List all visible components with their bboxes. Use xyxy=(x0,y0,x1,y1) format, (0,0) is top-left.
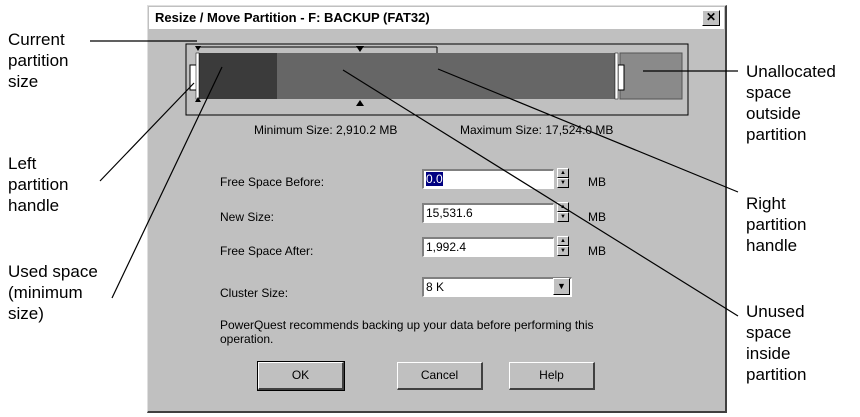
free-space-before-label: Free Space Before: xyxy=(220,175,325,189)
chevron-down-icon[interactable]: ▼ xyxy=(553,278,570,295)
callout-right-partition-handle: Right partition handle xyxy=(746,194,807,255)
free-space-after-unit: MB xyxy=(588,244,606,258)
free-space-before-input[interactable]: 0.0 xyxy=(422,169,554,189)
new-size-input[interactable]: 15,531.6 xyxy=(422,203,554,223)
spin-down-icon[interactable]: ▼ xyxy=(557,212,569,222)
right-handle-edge xyxy=(614,52,619,100)
spin-up-icon[interactable]: ▲ xyxy=(557,236,569,246)
callout-current-partition-size: Current partition size xyxy=(8,30,69,91)
free-space-after-input[interactable]: 1,992.4 xyxy=(422,237,554,257)
maximum-size-value: 17,524.0 MB xyxy=(545,123,614,137)
minimum-size-value: 2,910.2 MB xyxy=(336,123,398,137)
current-size-marker-mid xyxy=(356,46,364,52)
callout-unallocated-space: Unallocated space outside partition xyxy=(746,62,836,144)
left-handle-edge xyxy=(195,52,200,100)
cluster-size-select[interactable]: 8 K xyxy=(422,277,572,297)
partition-map xyxy=(185,43,689,116)
spin-down-icon[interactable]: ▼ xyxy=(557,178,569,188)
resize-move-dialog: Resize / Move Partition - F: BACKUP (FAT… xyxy=(147,5,727,413)
free-space-after-value: 1,992.4 xyxy=(426,240,467,254)
minimum-size-label: Minimum Size: 2,910.2 MB xyxy=(254,123,398,137)
callout-used-space: Used space (minimum size) xyxy=(8,262,98,323)
free-space-after-label: Free Space After: xyxy=(220,244,314,258)
new-size-spinner[interactable]: ▲ ▼ xyxy=(557,202,569,224)
backup-recommendation-note: PowerQuest recommends backing up your da… xyxy=(220,318,594,346)
spin-down-icon[interactable]: ▼ xyxy=(557,246,569,256)
cluster-size-label: Cluster Size: xyxy=(220,286,289,300)
spin-up-icon[interactable]: ▲ xyxy=(557,168,569,178)
spin-up-icon[interactable]: ▲ xyxy=(557,202,569,212)
unused-space-bar xyxy=(277,53,616,99)
new-size-unit: MB xyxy=(588,210,606,224)
unallocated-space-bar xyxy=(619,52,683,100)
cluster-size-value: 8 K xyxy=(426,280,445,294)
free-space-before-spinner[interactable]: ▲ ▼ xyxy=(557,168,569,190)
cancel-button[interactable]: Cancel xyxy=(397,362,483,390)
new-size-value: 15,531.6 xyxy=(426,206,473,220)
right-partition-handle[interactable] xyxy=(617,64,625,91)
current-size-marker-left xyxy=(195,46,201,51)
maximum-size-label: Maximum Size: 17,524.0 MB xyxy=(460,123,614,137)
callout-unused-space: Unused space inside partition xyxy=(746,302,807,384)
free-space-after-spinner[interactable]: ▲ ▼ xyxy=(557,236,569,258)
ok-button[interactable]: OK xyxy=(257,361,345,391)
new-size-label: New Size: xyxy=(220,210,275,224)
free-space-before-value: 0.0 xyxy=(426,172,443,186)
used-space-bar xyxy=(196,53,277,99)
free-space-before-unit: MB xyxy=(588,175,606,189)
help-button[interactable]: Help xyxy=(509,362,595,390)
min-marker-mid xyxy=(356,100,364,106)
callout-left-partition-handle: Left partition handle xyxy=(8,154,69,215)
